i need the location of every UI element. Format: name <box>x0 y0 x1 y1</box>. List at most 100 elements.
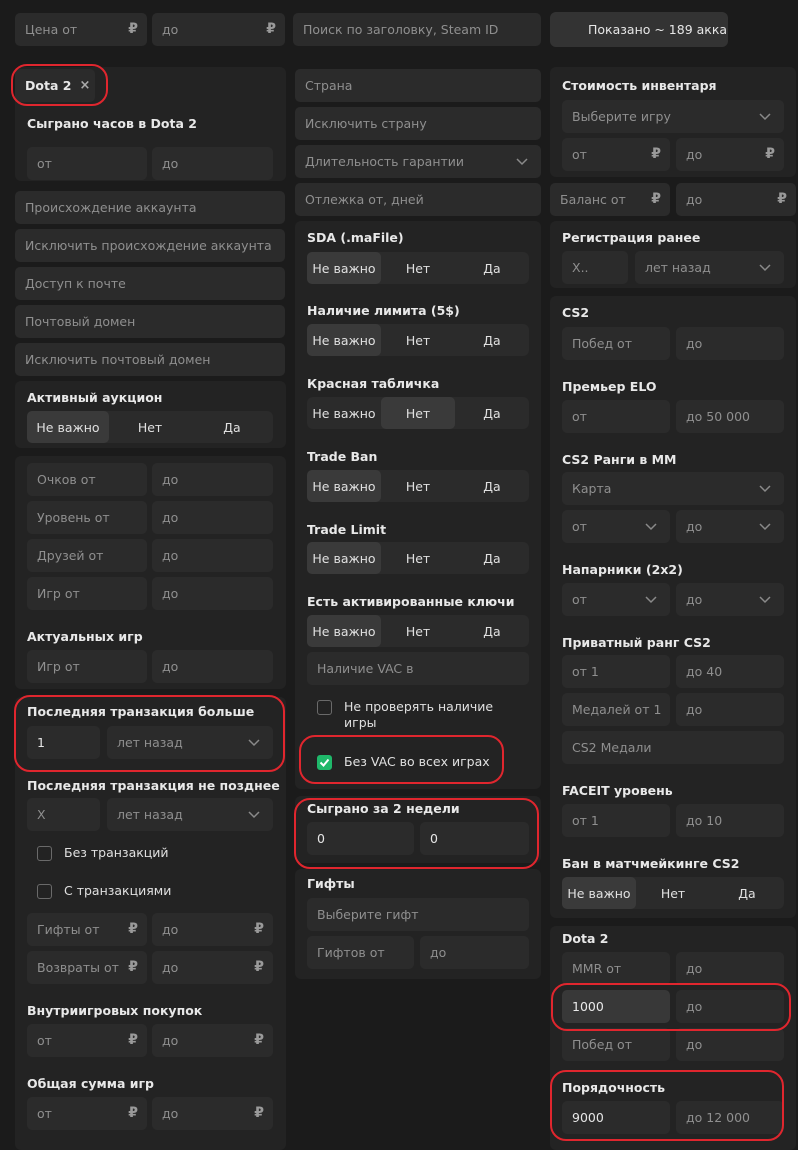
mail-domain-input[interactable]: Почтовый домен <box>15 305 285 338</box>
actual-games-to-input[interactable]: до <box>152 650 273 683</box>
mmr-value-to-input[interactable]: до <box>676 990 784 1023</box>
registration-unit-select[interactable]: лет назад <box>635 251 784 284</box>
private-rank-from-input[interactable]: от 1 <box>562 655 670 688</box>
decency-to-input[interactable]: до 12 000 <box>676 1101 784 1134</box>
red-plate-any-option[interactable]: Не важно <box>307 397 381 429</box>
exclude-origin-select[interactable]: Исключить происхождение аккаунта <box>15 229 285 262</box>
trade-ban-any-option[interactable]: Не важно <box>307 470 381 502</box>
price-to-input[interactable]: до ₽ <box>152 13 285 46</box>
sda-any-option[interactable]: Не важно <box>307 252 381 284</box>
ranks-map-select[interactable]: Карта <box>562 472 784 505</box>
cs2-wins-to-input[interactable]: до <box>676 327 784 360</box>
two-weeks-from-input[interactable]: 0 <box>307 822 414 855</box>
premier-from-input[interactable]: от <box>562 400 670 433</box>
mm-ban-any-option[interactable]: Не важно <box>562 877 636 909</box>
inventory-to-input[interactable]: до ₽ <box>676 138 784 171</box>
balance-to-input[interactable]: до ₽ <box>676 183 796 216</box>
no-vac-all-checkbox[interactable] <box>317 755 332 770</box>
red-plate-no-option[interactable]: Нет <box>381 397 455 429</box>
auction-yes-option[interactable]: Да <box>191 411 273 443</box>
hours-from-input[interactable]: от <box>27 147 147 180</box>
shown-count-button[interactable]: Показано ~ 189 акка <box>550 12 728 47</box>
cs2-medals-select[interactable]: CS2 Медали <box>562 731 784 764</box>
refunds-to-input[interactable]: до ₽ <box>152 951 273 984</box>
games-from-input[interactable]: Игр от <box>27 577 147 610</box>
rest-days-input[interactable]: Отлежка от, дней <box>295 183 541 216</box>
country-select[interactable]: Страна <box>295 69 541 102</box>
trade-ban-yes-option[interactable]: Да <box>455 470 529 502</box>
trade-limit-yes-option[interactable]: Да <box>455 542 529 574</box>
inventory-game-select[interactable]: Выберите игру <box>562 100 784 133</box>
mmr-value-input[interactable]: 1000 <box>562 990 670 1023</box>
partners-to-select[interactable]: до <box>676 583 784 616</box>
premier-to-input[interactable]: до 50 000 <box>676 400 784 433</box>
faceit-from-input[interactable]: от 1 <box>562 804 670 837</box>
games-to-input[interactable]: до <box>152 577 273 610</box>
mm-ban-no-option[interactable]: Нет <box>636 877 710 909</box>
decency-from-input[interactable]: 9000 <box>562 1101 670 1134</box>
gifts-count-to-input[interactable]: до <box>420 936 529 969</box>
last-tx-more-value-input[interactable]: 1 <box>27 726 100 759</box>
sda-no-option[interactable]: Нет <box>381 252 455 284</box>
trade-limit-any-option[interactable]: Не важно <box>307 542 381 574</box>
level-from-input[interactable]: Уровень от <box>27 501 147 534</box>
mmr-to-input[interactable]: до <box>676 952 784 985</box>
keys-yes-option[interactable]: Да <box>455 615 529 647</box>
mail-access-select[interactable]: Доступ к почте <box>15 267 285 300</box>
refunds-from-input[interactable]: Возвраты от ₽ <box>27 951 147 984</box>
dota-wins-from-input[interactable]: Побед от <box>562 1028 670 1061</box>
warranty-select[interactable]: Длительность гарантии <box>295 145 541 178</box>
private-rank-to-input[interactable]: до 40 <box>676 655 784 688</box>
ingame-to-input[interactable]: до ₽ <box>152 1024 273 1057</box>
friends-from-input[interactable]: Друзей от <box>27 539 147 572</box>
red-plate-yes-option[interactable]: Да <box>455 397 529 429</box>
total-games-from-input[interactable]: от ₽ <box>27 1097 147 1130</box>
limit-yes-option[interactable]: Да <box>455 324 529 356</box>
hours-to-input[interactable]: до <box>152 147 273 180</box>
medals-from-input[interactable]: Медалей от 1 <box>562 693 670 726</box>
trade-limit-no-option[interactable]: Нет <box>381 542 455 574</box>
friends-to-input[interactable]: до <box>152 539 273 572</box>
actual-games-from-input[interactable]: Игр от <box>27 650 147 683</box>
no-check-vac-checkbox[interactable] <box>317 700 332 715</box>
medals-to-input[interactable]: до <box>676 693 784 726</box>
exclude-mail-domain-input[interactable]: Исключить почтовый домен <box>15 343 285 376</box>
ranks-to-select[interactable]: до <box>676 510 784 543</box>
two-weeks-to-input[interactable]: 0 <box>420 822 529 855</box>
level-to-input[interactable]: до <box>152 501 273 534</box>
mmr-from-input[interactable]: MMR от <box>562 952 670 985</box>
auction-any-option[interactable]: Не важно <box>27 411 109 443</box>
keys-no-option[interactable]: Нет <box>381 615 455 647</box>
close-icon[interactable]: × <box>79 78 90 93</box>
trade-ban-no-option[interactable]: Нет <box>381 470 455 502</box>
points-from-input[interactable]: Очков от <box>27 463 147 496</box>
dota-wins-to-input[interactable]: до <box>676 1028 784 1061</box>
keys-any-option[interactable]: Не важно <box>307 615 381 647</box>
last-tx-not-later-unit-select[interactable]: лет назад <box>107 798 273 831</box>
account-origin-select[interactable]: Происхождение аккаунта <box>15 191 285 224</box>
gifts-from-input[interactable]: Гифты от ₽ <box>27 913 147 946</box>
total-games-to-input[interactable]: до ₽ <box>152 1097 273 1130</box>
partners-from-select[interactable]: от <box>562 583 670 616</box>
game-tag-dota2[interactable]: Dota 2 × <box>15 69 95 102</box>
limit-no-option[interactable]: Нет <box>381 324 455 356</box>
choose-gift-select[interactable]: Выберите гифт <box>307 898 529 931</box>
no-tx-checkbox[interactable] <box>37 846 52 861</box>
gifts-to-input[interactable]: до ₽ <box>152 913 273 946</box>
faceit-to-input[interactable]: до 10 <box>676 804 784 837</box>
points-to-input[interactable]: до <box>152 463 273 496</box>
with-tx-checkbox[interactable] <box>37 884 52 899</box>
inventory-from-input[interactable]: от ₽ <box>562 138 670 171</box>
last-tx-more-unit-select[interactable]: лет назад <box>107 726 273 759</box>
price-from-input[interactable]: Цена от ₽ <box>15 13 147 46</box>
mm-ban-yes-option[interactable]: Да <box>710 877 784 909</box>
auction-no-option[interactable]: Нет <box>109 411 191 443</box>
search-input[interactable]: Поиск по заголовку, Steam ID <box>293 13 541 46</box>
last-tx-not-later-x-input[interactable]: X <box>27 798 100 831</box>
exclude-country-select[interactable]: Исключить страну <box>295 107 541 140</box>
limit-any-option[interactable]: Не важно <box>307 324 381 356</box>
balance-from-input[interactable]: Баланс от ₽ <box>550 183 670 216</box>
vac-in-select[interactable]: Наличие VAC в <box>307 652 529 685</box>
sda-yes-option[interactable]: Да <box>455 252 529 284</box>
ranks-from-select[interactable]: от <box>562 510 670 543</box>
